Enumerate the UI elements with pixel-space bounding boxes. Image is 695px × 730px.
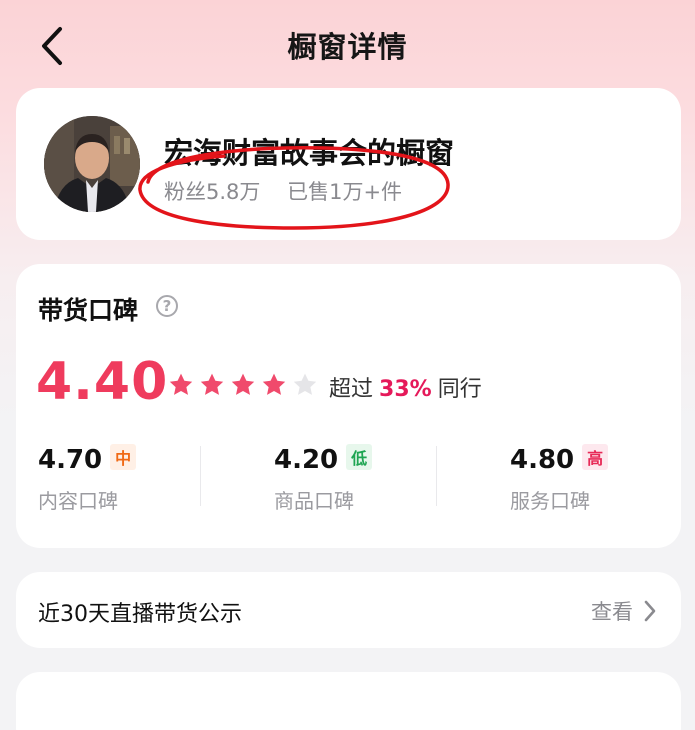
metric-service: 4.80 高 服务口碑 <box>510 444 690 514</box>
metric-value: 4.80 <box>510 445 575 475</box>
metric-label: 服务口碑 <box>510 489 590 513</box>
next-card <box>16 672 681 730</box>
metric-product: 4.20 低 商品口碑 <box>274 444 454 514</box>
exceed-suffix: 同行 <box>437 377 482 402</box>
metric-label: 内容口碑 <box>38 489 118 513</box>
shop-name: 宏海财富故事会的橱窗 <box>164 136 455 170</box>
level-badge: 低 <box>346 444 373 470</box>
live-disclosure-title: 近30天直播带货公示 <box>38 602 242 627</box>
view-more-link[interactable]: 查看 <box>591 596 633 626</box>
exceed-percent: 33% <box>379 377 432 402</box>
peer-comparison: 超过 33% 同行 <box>329 371 482 403</box>
avatar <box>44 116 140 212</box>
live-disclosure-row[interactable]: 近30天直播带货公示 查看 <box>16 572 681 648</box>
shop-card[interactable]: 宏海财富故事会的橱窗 粉丝5.8万 已售1万+件 <box>16 88 681 240</box>
reputation-score: 4.40 <box>36 352 169 412</box>
chevron-right-icon <box>644 600 656 622</box>
level-badge: 高 <box>582 444 609 470</box>
metric-label: 商品口碑 <box>274 489 354 513</box>
reputation-card: 带货口碑 ? 4.40 超过 33% 同行 4.70 中 内容口碑 4.20 低 商品口… <box>16 264 681 548</box>
divider <box>436 446 437 506</box>
metric-value: 4.20 <box>274 445 339 475</box>
exceed-prefix: 超过 <box>329 377 374 402</box>
question-circle-icon[interactable]: ? <box>156 295 178 317</box>
level-badge: 中 <box>110 444 137 470</box>
star-filled-icon <box>169 373 193 395</box>
star-filled-icon <box>200 373 224 395</box>
page-title: 橱窗详情 <box>287 30 408 64</box>
star-empty-icon <box>293 373 317 395</box>
star-rating <box>167 371 319 399</box>
star-filled-icon <box>231 373 255 395</box>
metric-content: 4.70 中 内容口碑 <box>38 444 218 514</box>
metric-value: 4.70 <box>38 445 103 475</box>
star-filled-icon <box>262 373 286 395</box>
reputation-title: 带货口碑 <box>38 296 139 325</box>
shop-stats: 粉丝5.8万 已售1万+件 <box>164 176 402 206</box>
top-bar: 橱窗详情 <box>0 0 695 90</box>
sold-count: 已售1万+件 <box>287 180 403 204</box>
fans-count: 粉丝5.8万 <box>164 180 261 204</box>
divider <box>200 446 201 506</box>
